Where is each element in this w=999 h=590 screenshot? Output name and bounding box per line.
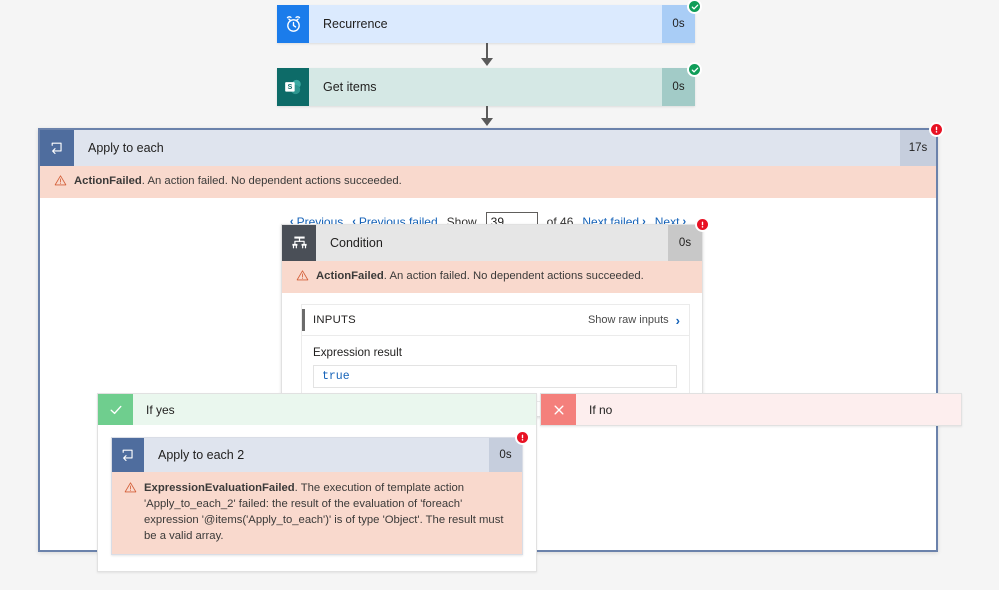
condition-branch-icon [282, 225, 316, 261]
condition-error-banner: ActionFailed. An action failed. No depen… [282, 261, 702, 293]
node-recurrence[interactable]: Recurrence 0s [277, 0, 702, 43]
node-apply-to-each-2-header[interactable]: Apply to each 2 0s [112, 430, 530, 472]
warning-triangle-icon [54, 174, 67, 190]
svg-text:S: S [288, 84, 293, 91]
scope-apply-to-each: Apply to each 17s ActionFailed. An actio… [38, 122, 962, 573]
condition-error-text: ActionFailed. An action failed. No depen… [316, 268, 644, 284]
apply-to-each-2-error-text: ExpressionEvaluationFailed. The executio… [144, 480, 510, 544]
node-get-items-title: Get items [323, 80, 377, 94]
branch-if-yes-header[interactable]: If yes [98, 394, 536, 425]
branch-if-yes: If yes Apply to each 2 0s ExpressionEval… [97, 393, 537, 573]
branch-if-yes-label: If yes [146, 402, 175, 417]
branch-if-no-label: If no [589, 402, 613, 417]
flow-run-canvas: Recurrence 0s S Get items 0s Apply to ea… [0, 0, 999, 590]
loop-icon [112, 438, 144, 472]
node-apply-to-each-2: Apply to each 2 0s ExpressionEvaluationF… [111, 430, 530, 556]
node-recurrence-title: Recurrence [323, 17, 388, 31]
expression-result-value: true [313, 365, 677, 388]
scope-apply-to-each-header[interactable]: Apply to each 17s [40, 122, 944, 166]
cross-icon [541, 394, 576, 425]
inputs-caption: INPUTS [313, 314, 356, 326]
node-condition: Condition 0s ActionFailed. An action fai… [281, 217, 710, 417]
apply-to-each-2-error-banner: ExpressionEvaluationFailed. The executio… [112, 472, 522, 555]
alarm-clock-icon [277, 5, 309, 43]
scope-error-code: ActionFailed [74, 175, 142, 187]
scope-error-banner: ActionFailed. An action failed. No depen… [40, 166, 936, 198]
node-get-items[interactable]: S Get items 0s [277, 62, 702, 106]
checkmark-icon [98, 394, 133, 425]
node-apply-to-each-2-title: Apply to each 2 [158, 448, 245, 462]
inputs-panel: INPUTS Show raw inputs › Expression resu… [301, 304, 690, 402]
node-condition-header[interactable]: Condition 0s [282, 217, 710, 261]
chevron-right-icon[interactable]: › [676, 313, 680, 328]
node-condition-title: Condition [330, 236, 383, 250]
status-badge-succeeded [687, 62, 702, 77]
sharepoint-icon: S [277, 68, 309, 106]
warning-triangle-icon [124, 481, 137, 497]
status-badge-succeeded [687, 0, 702, 14]
warning-triangle-icon [296, 269, 309, 285]
connector-arrow [481, 118, 493, 126]
scope-apply-to-each-duration: 17s [900, 130, 936, 166]
branch-if-no-header[interactable]: If no [541, 394, 961, 425]
branch-if-yes-body: Apply to each 2 0s ExpressionEvaluationF… [98, 425, 536, 571]
inputs-panel-header: INPUTS Show raw inputs › [302, 305, 689, 336]
inputs-panel-body: Expression result true [302, 336, 689, 401]
condition-error-code: ActionFailed [316, 270, 384, 282]
show-raw-inputs-label[interactable]: Show raw inputs [588, 314, 669, 326]
status-badge-failed [515, 430, 530, 445]
condition-error-message: . An action failed. No dependent actions… [383, 270, 644, 282]
scope-error-text: ActionFailed. An action failed. No depen… [74, 173, 402, 189]
branch-if-no: If no [540, 393, 962, 426]
connector-arrow [481, 58, 493, 66]
expression-result-label: Expression result [313, 346, 402, 359]
loop-icon [40, 130, 74, 166]
apply-to-each-2-error-code: ExpressionEvaluationFailed [144, 482, 295, 494]
scope-apply-to-each-title: Apply to each [88, 141, 164, 155]
scope-error-message: . An action failed. No dependent actions… [141, 175, 402, 187]
status-badge-failed [695, 217, 710, 232]
status-badge-failed [929, 122, 944, 137]
